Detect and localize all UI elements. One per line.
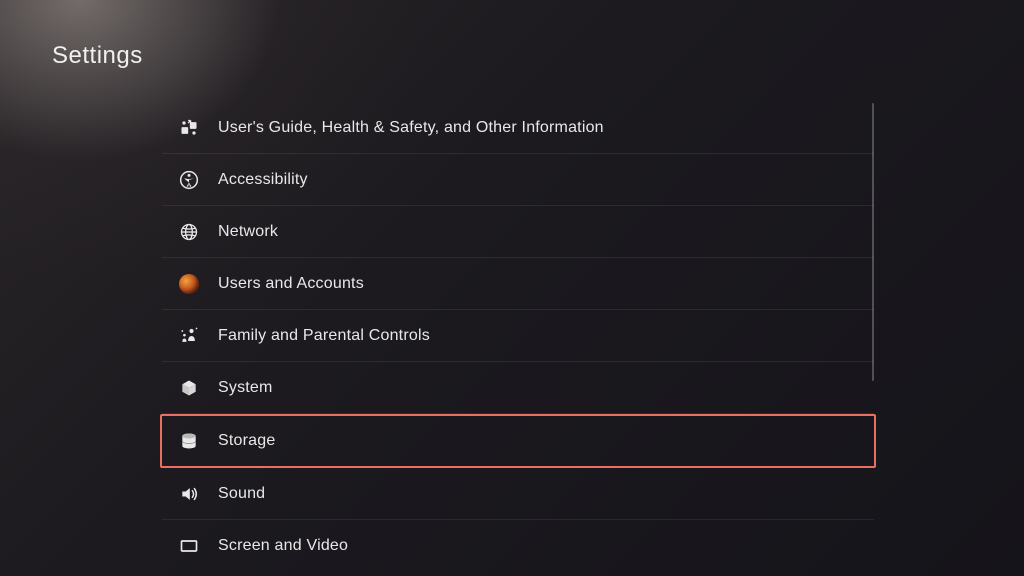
cube-icon [178,377,200,399]
guide-icon [178,117,200,139]
display-icon [178,535,200,557]
menu-item-sound[interactable]: Sound [162,468,874,520]
menu-item-label: Users and Accounts [218,275,364,293]
avatar-icon [178,273,200,295]
menu-item-users-guide[interactable]: User's Guide, Health & Safety, and Other… [162,102,874,154]
menu-item-label: Network [218,223,278,241]
menu-item-screen-video[interactable]: Screen and Video [162,520,874,572]
menu-item-accessibility[interactable]: Accessibility [162,154,874,206]
menu-item-label: Storage [218,432,275,450]
speaker-icon [178,483,200,505]
menu-item-label: User's Guide, Health & Safety, and Other… [218,119,604,137]
scrollbar[interactable] [872,103,874,381]
page-title: Settings [52,42,143,70]
menu-item-label: Family and Parental Controls [218,327,430,345]
menu-item-label: Accessibility [218,171,308,189]
menu-item-family-parental[interactable]: Family and Parental Controls [162,310,874,362]
menu-item-system[interactable]: System [162,362,874,414]
accessibility-icon [178,169,200,191]
menu-item-storage[interactable]: Storage [160,414,876,468]
menu-item-label: Screen and Video [218,537,348,555]
storage-icon [178,430,200,452]
menu-item-users-accounts[interactable]: Users and Accounts [162,258,874,310]
settings-menu: User's Guide, Health & Safety, and Other… [162,102,874,572]
family-icon [178,325,200,347]
menu-item-label: Sound [218,485,265,503]
globe-icon [178,221,200,243]
menu-item-network[interactable]: Network [162,206,874,258]
menu-item-label: System [218,379,273,397]
